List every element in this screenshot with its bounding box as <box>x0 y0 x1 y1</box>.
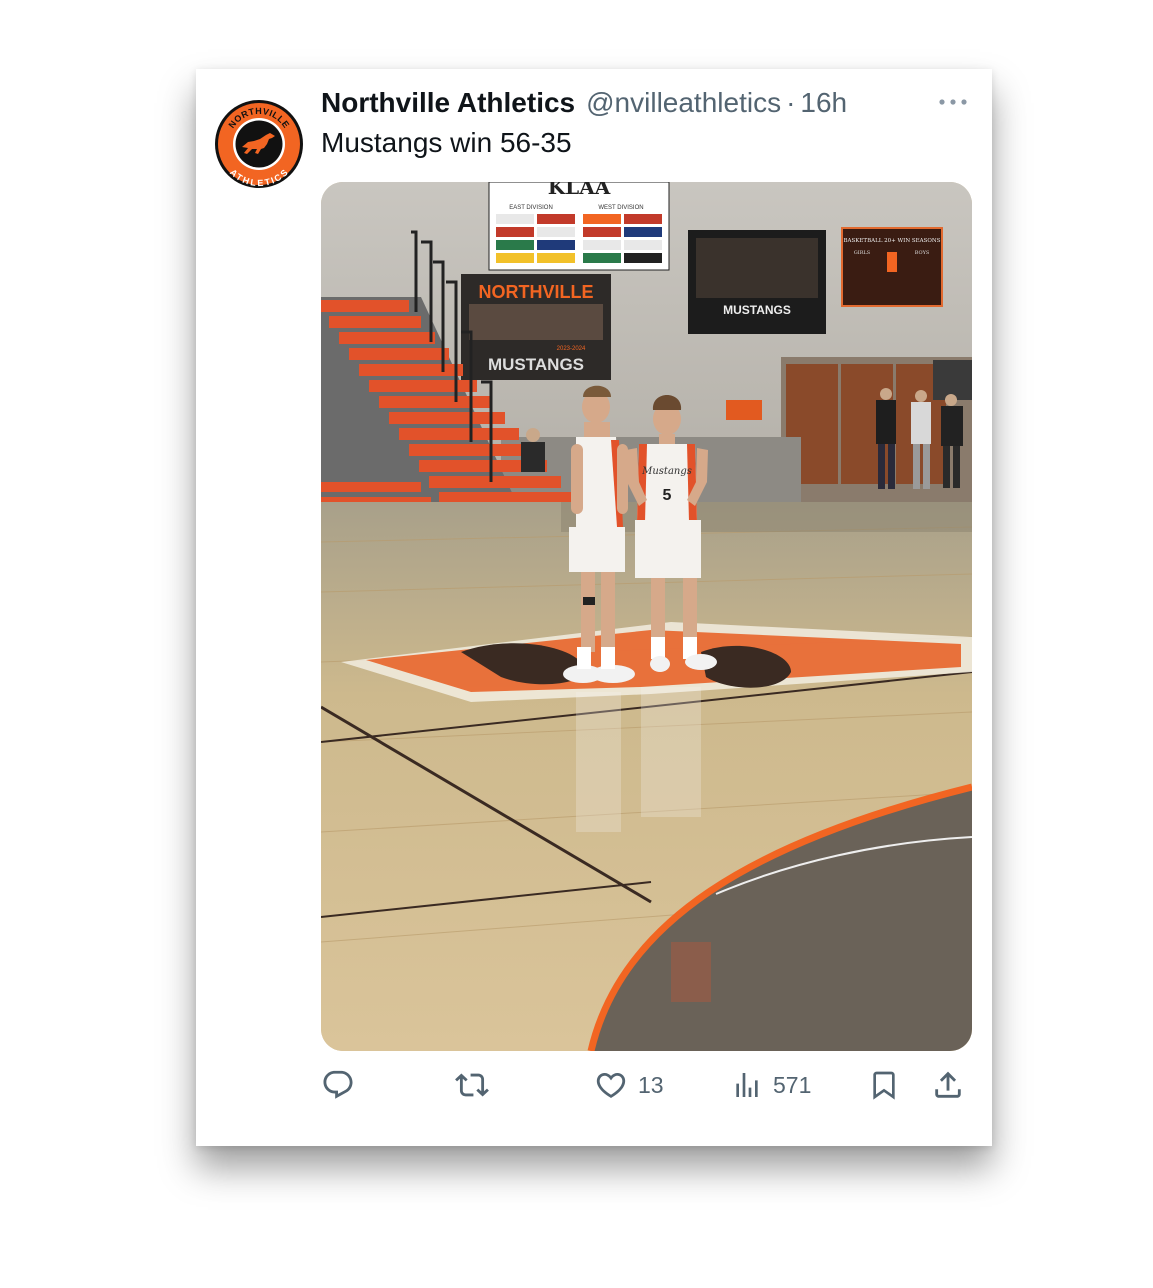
jersey-text: Mustangs <box>641 466 692 477</box>
reply-icon <box>321 1068 355 1102</box>
author-handle[interactable]: @nvilleathletics <box>586 87 781 119</box>
seasons-girls-label: GIRLS <box>854 250 871 256</box>
action-bar: 13 571 <box>321 1065 976 1105</box>
separator-dot: · <box>786 87 796 118</box>
reply-button[interactable] <box>321 1065 365 1105</box>
jersey-number: 5 <box>663 487 672 504</box>
retweet-icon <box>454 1068 490 1102</box>
tweet-card[interactable]: NORTHVILLE ATHLETICS Northville Athletic… <box>196 69 992 1146</box>
bookmark-button[interactable] <box>868 1065 900 1105</box>
seasons-board-title: BASKETBALL 20+ WIN SEASONS <box>844 238 941 244</box>
banner-season: 2023-2024 <box>557 346 586 352</box>
author-name[interactable]: Northville Athletics <box>321 87 575 119</box>
retweet-button[interactable] <box>454 1065 500 1105</box>
tweet-photo[interactable]: KLAA EAST DIVISION WEST DIVISION MUSTANG… <box>321 182 972 1051</box>
team-poster-text: MUSTANGS <box>723 303 791 317</box>
bookmark-icon <box>868 1068 900 1102</box>
avatar[interactable]: NORTHVILLE ATHLETICS <box>214 99 304 189</box>
views-icon <box>731 1068 763 1102</box>
tweet-text: Mustangs win 56-35 <box>321 127 572 158</box>
share-icon <box>931 1068 965 1102</box>
more-icon[interactable] <box>938 95 968 109</box>
banner-team: MUSTANGS <box>488 355 584 374</box>
share-button[interactable] <box>931 1065 965 1105</box>
like-icon <box>594 1068 628 1102</box>
klaa-sign: KLAA <box>548 182 611 199</box>
banner-title: NORTHVILLE <box>479 282 594 302</box>
views-button[interactable]: 571 <box>731 1065 811 1105</box>
tweet-header: Northville Athletics @nvilleathletics · … <box>321 87 972 127</box>
views-count: 571 <box>773 1071 812 1098</box>
timestamp[interactable]: 16h <box>800 87 847 119</box>
west-division-label: WEST DIVISION <box>598 205 643 211</box>
like-button[interactable]: 13 <box>594 1065 664 1105</box>
like-count: 13 <box>638 1071 664 1098</box>
east-division-label: EAST DIVISION <box>509 205 553 211</box>
seasons-boys-label: BOYS <box>915 250 930 256</box>
